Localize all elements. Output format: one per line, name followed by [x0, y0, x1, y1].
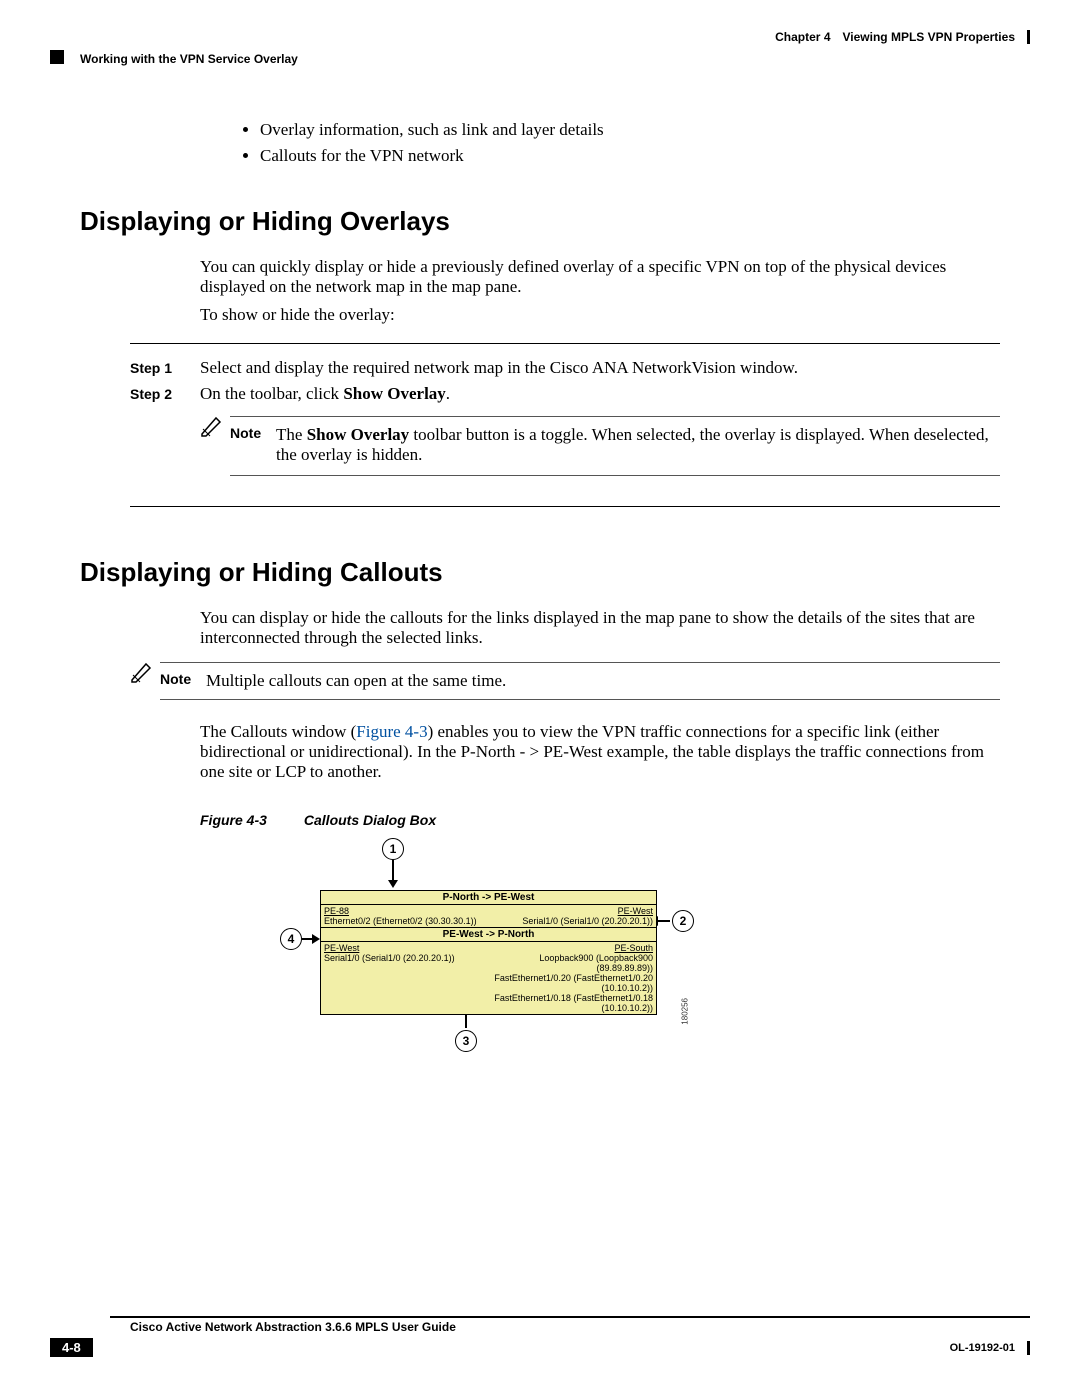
bullet-item: Overlay information, such as link and la… — [260, 120, 1000, 140]
callout-cell: PE-West Serial1/0 (Serial1/0 (20.20.20.1… — [321, 942, 489, 1014]
callout-cell: PE-South Loopback900 (Loopback900 (89.89… — [489, 942, 657, 1014]
bold-text: Show Overlay — [343, 384, 445, 403]
chapter-label: Chapter 4 — [775, 30, 830, 44]
chapter-title: Viewing MPLS VPN Properties — [843, 30, 1016, 44]
note-label: Note — [160, 669, 206, 691]
header-bar-icon — [1027, 30, 1030, 44]
breadcrumb: Working with the VPN Service Overlay — [80, 52, 298, 66]
rule — [160, 699, 1000, 700]
footer-bar-icon — [1027, 1341, 1030, 1355]
callout-header: PE-West -> P-North — [321, 928, 656, 942]
step-body: Select and display the required network … — [200, 358, 1000, 378]
text: The Callouts window ( — [200, 722, 356, 741]
header-square-icon — [50, 50, 64, 64]
step-label: Step 2 — [130, 384, 200, 482]
callout-row: PE-88 Ethernet0/2 (Ethernet0/2 (30.30.30… — [321, 905, 656, 928]
intro-bullets: Overlay information, such as link and la… — [220, 120, 1000, 166]
callout-marker-3: 3 — [455, 1030, 477, 1052]
arrow-icon — [656, 920, 670, 922]
rule — [130, 506, 1000, 507]
bold-text: Show Overlay — [307, 425, 409, 444]
interface-info: Loopback900 (Loopback900 (89.89.89.89)) — [492, 953, 654, 973]
step-body: On the toolbar, click Show Overlay. Note… — [200, 384, 1000, 482]
figure-id: 180256 — [681, 998, 690, 1025]
arrow-head-icon — [388, 880, 398, 888]
page-number: 4-8 — [50, 1338, 93, 1357]
interface-info: FastEthernet1/0.18 (FastEthernet1/0.18 (… — [492, 993, 654, 1013]
interface-info: FastEthernet1/0.20 (FastEthernet1/0.20 (… — [492, 973, 654, 993]
rule — [230, 416, 1000, 417]
section-heading-callouts: Displaying or Hiding Callouts — [80, 557, 1000, 588]
figure-reference[interactable]: Figure 4-3 — [356, 722, 427, 741]
step-1: Step 1 Select and display the required n… — [130, 358, 1000, 378]
note-label: Note — [230, 423, 276, 465]
header-right: Chapter 4 Viewing MPLS VPN Properties — [775, 30, 1030, 44]
callout-marker-1: 1 — [382, 838, 404, 860]
callout-table: P-North -> PE-West PE-88 Ethernet0/2 (Et… — [320, 890, 657, 1015]
guide-title: Cisco Active Network Abstraction 3.6.6 M… — [130, 1320, 1030, 1334]
bullet-item: Callouts for the VPN network — [260, 146, 1000, 166]
paragraph: You can quickly display or hide a previo… — [200, 257, 1000, 297]
callout-cell: PE-West Serial1/0 (Serial1/0 (20.20.20.1… — [489, 905, 657, 927]
text: . — [446, 384, 450, 403]
step-label: Step 1 — [130, 358, 200, 378]
arrow-head-icon — [312, 934, 320, 944]
interface-info: Serial1/0 (Serial1/0 (20.20.20.1)) — [324, 953, 486, 963]
callout-header: P-North -> PE-West — [321, 891, 656, 905]
paragraph: The Callouts window (Figure 4-3) enables… — [200, 722, 1000, 782]
text: The — [276, 425, 307, 444]
arrow-icon — [392, 860, 394, 882]
figure-callouts-dialog: 1 2 4 3 P-North -> PE-West PE-88 Et — [230, 838, 680, 1058]
page-footer: Cisco Active Network Abstraction 3.6.6 M… — [50, 1316, 1030, 1357]
callout-cell: PE-88 Ethernet0/2 (Ethernet0/2 (30.30.30… — [321, 905, 489, 927]
paragraph: You can display or hide the callouts for… — [200, 608, 1000, 648]
device-name: PE-South — [492, 943, 654, 953]
rule — [160, 662, 1000, 663]
rule — [110, 1316, 1030, 1318]
note-body: Multiple callouts can open at the same t… — [206, 669, 1000, 691]
interface-info: Ethernet0/2 (Ethernet0/2 (30.30.30.1)) — [324, 916, 486, 926]
step-2: Step 2 On the toolbar, click Show Overla… — [130, 384, 1000, 482]
device-name: PE-West — [324, 943, 486, 953]
note-body: The Show Overlay toolbar button is a tog… — [276, 423, 1000, 465]
text: On the toolbar, click — [200, 384, 343, 403]
document-id: OL-19192-01 — [950, 1342, 1021, 1354]
device-name: PE-88 — [324, 906, 486, 916]
pencil-note-icon — [200, 414, 230, 482]
figure-caption: Figure 4-3 Callouts Dialog Box — [200, 812, 1000, 828]
callout-marker-4: 4 — [280, 928, 302, 950]
figure-number: Figure 4-3 — [200, 812, 300, 828]
callout-row: PE-West Serial1/0 (Serial1/0 (20.20.20.1… — [321, 942, 656, 1014]
device-name: PE-West — [492, 906, 654, 916]
rule — [230, 475, 1000, 476]
interface-info: Serial1/0 (Serial1/0 (20.20.20.1)) — [492, 916, 654, 926]
pencil-note-icon — [130, 660, 160, 706]
paragraph: To show or hide the overlay: — [200, 305, 1000, 325]
rule — [130, 343, 1000, 344]
section-heading-overlays: Displaying or Hiding Overlays — [80, 206, 1000, 237]
callout-marker-2: 2 — [672, 910, 694, 932]
figure-title: Callouts Dialog Box — [304, 812, 436, 828]
